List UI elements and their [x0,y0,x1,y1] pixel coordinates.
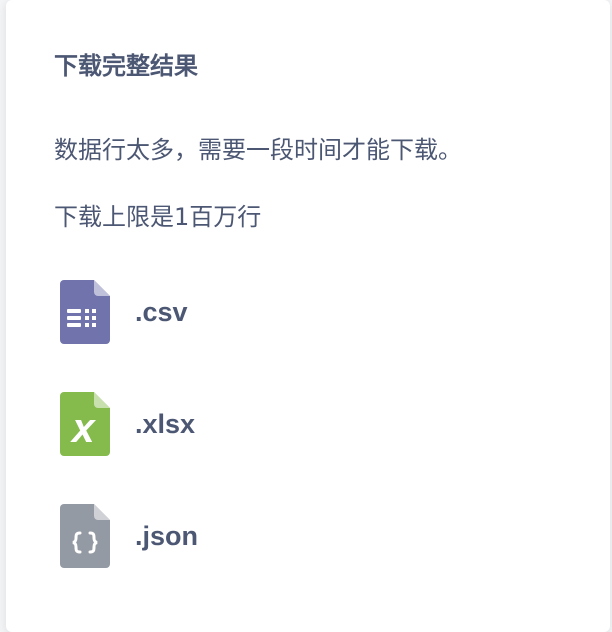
format-options: .csv .xlsx .json [60,280,360,616]
csv-file-icon [60,280,110,344]
xlsx-file-icon [60,392,110,456]
json-file-icon [60,504,110,568]
xlsx-format-label: .xlsx [135,408,196,439]
description-text: 数据行太多，需要一段时间才能下载。 [54,136,462,164]
json-format-label: .json [135,520,199,551]
download-csv-button[interactable]: .csv [60,280,360,344]
popover-title: 下载完整结果 [54,52,198,80]
download-json-button[interactable]: .json [60,504,360,568]
download-xlsx-button[interactable]: .xlsx [60,392,360,456]
download-results-popover: 下载完整结果 数据行太多，需要一段时间才能下载。 下载上限是1百万行 .csv [6,0,610,632]
download-limit-text: 下载上限是1百万行 [54,203,262,231]
csv-format-label: .csv [135,296,188,327]
